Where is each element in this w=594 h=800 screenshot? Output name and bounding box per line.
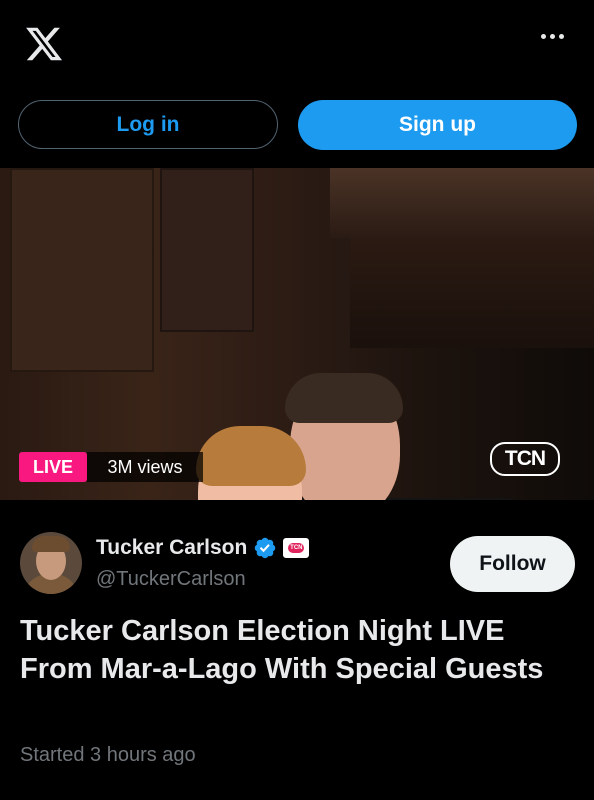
verified-badge-icon <box>255 537 276 559</box>
affiliate-badge-label: TCN <box>288 543 305 553</box>
wood-panel <box>10 168 154 372</box>
author-name-row: Tucker Carlson TCN <box>96 536 310 560</box>
wall-carving <box>330 168 594 238</box>
started-time: Started 3 hours ago <box>20 744 196 766</box>
child-hair <box>196 426 306 486</box>
avatar[interactable] <box>20 532 82 594</box>
man-hair <box>285 373 403 423</box>
signup-button[interactable]: Sign up <box>298 100 577 150</box>
affiliate-badge[interactable]: TCN <box>283 538 310 558</box>
top-bar <box>0 0 594 90</box>
live-badge: LIVE <box>19 452 87 482</box>
author-row: Tucker Carlson TCN @TuckerCarlson Follow <box>0 520 594 610</box>
author-handle[interactable]: @TuckerCarlson <box>96 568 246 591</box>
view-count: 3M views <box>87 452 203 482</box>
login-button[interactable]: Log in <box>18 100 278 149</box>
more-options-button[interactable] <box>541 34 564 39</box>
mantel <box>350 238 594 348</box>
auth-buttons: Log in Sign up <box>18 100 578 150</box>
broadcast-title: Tucker Carlson Election Night LIVE From … <box>20 615 544 685</box>
tcn-watermark: TCN <box>490 442 560 476</box>
follow-button[interactable]: Follow <box>450 536 575 592</box>
wood-panel <box>160 168 254 332</box>
more-dots-icon <box>541 34 546 39</box>
author-name[interactable]: Tucker Carlson <box>96 536 247 560</box>
x-logo-icon[interactable] <box>24 24 64 64</box>
